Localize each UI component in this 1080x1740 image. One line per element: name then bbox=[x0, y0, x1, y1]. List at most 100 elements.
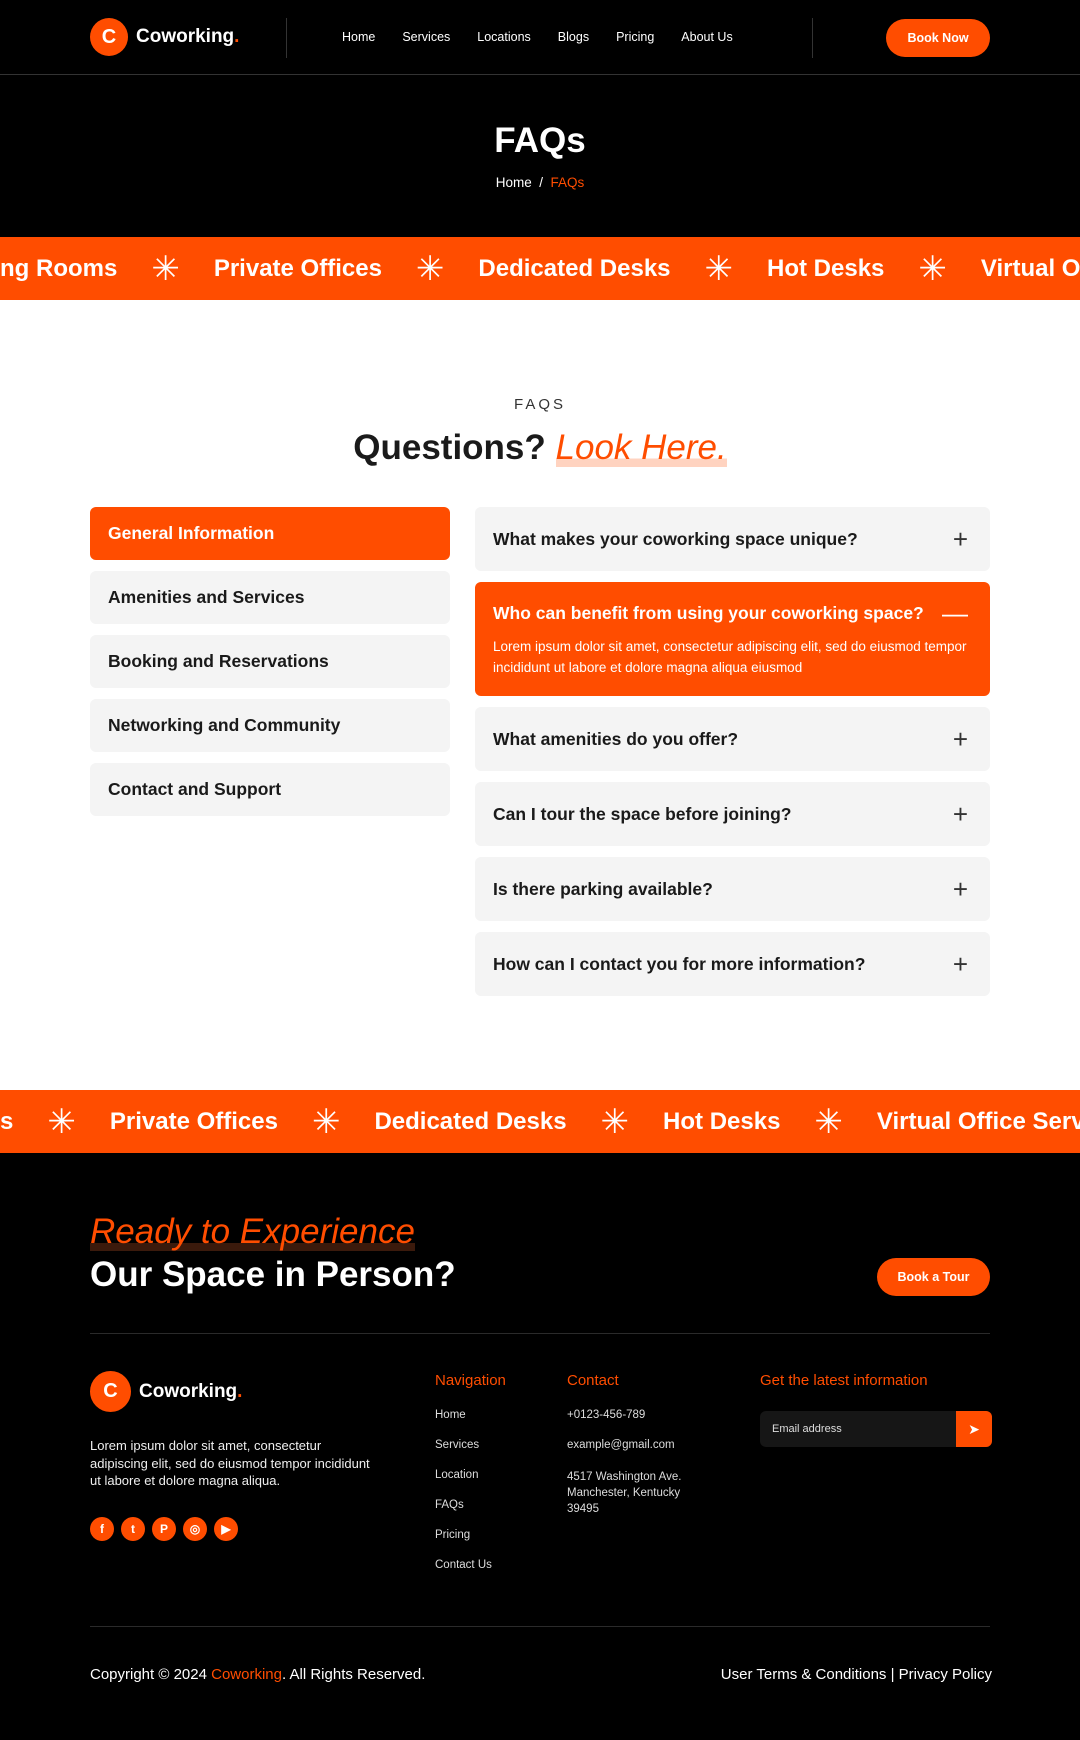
site-header: C Coworking. Home Services Locations Blo… bbox=[0, 0, 1080, 75]
legal-links[interactable]: User Terms & Conditions | Privacy Policy bbox=[721, 1666, 992, 1683]
instagram-icon[interactable]: ◎ bbox=[183, 1517, 207, 1541]
footer-link-home[interactable]: Home bbox=[435, 1409, 506, 1421]
plus-icon[interactable]: + bbox=[953, 874, 968, 905]
plus-icon[interactable]: + bbox=[953, 524, 968, 555]
footer-link-location[interactable]: Location bbox=[435, 1469, 506, 1481]
marquee-item: s bbox=[0, 1107, 14, 1135]
footer-logo[interactable]: C Coworking. bbox=[90, 1371, 242, 1412]
contact-address: Manchester, Kentucky bbox=[567, 1487, 681, 1499]
faq-question: What amenities do you offer? bbox=[493, 728, 739, 749]
contact-phone: +0123-456-789 bbox=[567, 1409, 646, 1421]
faq-item[interactable]: Is there parking available? + bbox=[475, 857, 990, 921]
plus-icon[interactable]: + bbox=[953, 724, 968, 755]
logo[interactable]: C Coworking. bbox=[90, 18, 239, 56]
minus-icon[interactable]: — bbox=[942, 598, 968, 629]
asterisk-icon: ✳ bbox=[600, 1102, 630, 1141]
page-title: FAQs bbox=[494, 121, 586, 160]
footer-navigation: Navigation Home Services Location FAQs P… bbox=[435, 1372, 506, 1571]
faq-item[interactable]: What amenities do you offer? + bbox=[475, 707, 990, 771]
faq-item-open[interactable]: Who can benefit from using your coworkin… bbox=[475, 582, 990, 696]
category-networking-community[interactable]: Networking and Community bbox=[90, 699, 450, 752]
asterisk-icon: ✳ bbox=[415, 249, 445, 288]
book-tour-button[interactable]: Book a Tour bbox=[877, 1258, 990, 1296]
category-general-information[interactable]: General Information bbox=[90, 507, 450, 560]
footer-about: Lorem ipsum dolor sit amet, consectetur … bbox=[90, 1438, 370, 1488]
faq-item[interactable]: How can I contact you for more informati… bbox=[475, 932, 990, 996]
marquee-item: Virtual O bbox=[980, 254, 1080, 282]
asterisk-icon: ✳ bbox=[704, 249, 734, 288]
copyright: Copyright © 2024 Coworking. All Rights R… bbox=[90, 1666, 426, 1683]
faq-question: Who can benefit from using your coworkin… bbox=[493, 602, 924, 623]
c-logo-icon: C bbox=[90, 1371, 131, 1412]
faq-categories: General Information Amenities and Servic… bbox=[90, 507, 450, 827]
faq-question: Is there parking available? bbox=[493, 878, 713, 899]
divider bbox=[286, 18, 287, 58]
social-links: f t P ◎ ▶ bbox=[90, 1517, 238, 1541]
nav-pricing[interactable]: Pricing bbox=[616, 30, 654, 44]
c-logo-icon: C bbox=[90, 18, 128, 56]
marquee-item: Dedicated Desks bbox=[374, 1107, 567, 1135]
faq-accordion: What makes your coworking space unique? +… bbox=[475, 507, 990, 1007]
newsletter-title: Get the latest information bbox=[760, 1372, 928, 1389]
plus-icon[interactable]: + bbox=[953, 949, 968, 980]
footer-nav-title: Navigation bbox=[435, 1372, 506, 1389]
marquee-item: Virtual Office Servi bbox=[876, 1107, 1080, 1135]
divider bbox=[812, 18, 813, 58]
section-label: FAQS bbox=[513, 396, 566, 413]
nav-services[interactable]: Services bbox=[402, 30, 450, 44]
contact-email: example@gmail.com bbox=[567, 1439, 675, 1451]
book-now-button[interactable]: Book Now bbox=[886, 19, 990, 57]
pinterest-icon[interactable]: P bbox=[152, 1517, 176, 1541]
divider bbox=[90, 1333, 990, 1334]
services-marquee-bottom: s ✳ Private Offices ✳ Dedicated Desks ✳ Hot… bbox=[0, 1090, 1080, 1153]
category-contact-support[interactable]: Contact and Support bbox=[90, 763, 450, 816]
faq-question: What makes your coworking space unique? bbox=[493, 528, 858, 549]
asterisk-icon: ✳ bbox=[47, 1102, 76, 1141]
asterisk-icon: ✳ bbox=[918, 249, 947, 288]
section-title: Questions? Look Here. bbox=[353, 428, 727, 467]
footer-contact-title: Contact bbox=[567, 1372, 619, 1389]
asterisk-icon: ✳ bbox=[311, 1102, 341, 1141]
marquee-item: Private Offices bbox=[213, 254, 382, 282]
nav-home[interactable]: Home bbox=[342, 30, 375, 44]
footer-link-pricing[interactable]: Pricing bbox=[435, 1529, 506, 1541]
breadcrumb-current: FAQs bbox=[550, 175, 585, 190]
faq-question: How can I contact you for more informati… bbox=[493, 953, 866, 974]
breadcrumb: Home / FAQs bbox=[0, 175, 1080, 190]
contact-address: 4517 Washington Ave. bbox=[567, 1471, 682, 1483]
youtube-icon[interactable]: ▶ bbox=[214, 1517, 238, 1541]
cta-heading: Ready to Experience Our Space in Person? bbox=[90, 1212, 456, 1294]
email-input[interactable] bbox=[760, 1411, 950, 1447]
asterisk-icon: ✳ bbox=[151, 249, 180, 288]
brand-name: Coworking. bbox=[136, 26, 240, 47]
marquee-item: Private Offices bbox=[109, 1107, 278, 1135]
asterisk-icon: ✳ bbox=[814, 1102, 843, 1141]
send-icon[interactable]: ➤ bbox=[956, 1411, 992, 1447]
category-booking-reservations[interactable]: Booking and Reservations bbox=[90, 635, 450, 688]
faq-item[interactable]: What makes your coworking space unique? + bbox=[475, 507, 990, 571]
breadcrumb-home[interactable]: Home bbox=[496, 175, 532, 190]
twitter-icon[interactable]: t bbox=[121, 1517, 145, 1541]
page-hero: FAQs Home / FAQs bbox=[0, 75, 1080, 237]
plus-icon[interactable]: + bbox=[953, 799, 968, 830]
main-nav: Home Services Locations Blogs Pricing Ab… bbox=[342, 30, 733, 44]
nav-blogs[interactable]: Blogs bbox=[558, 30, 589, 44]
marquee-item: Hot Desks bbox=[767, 254, 885, 282]
marquee-item: Hot Desks bbox=[663, 1107, 781, 1135]
services-marquee-top: ng Rooms ✳ Private Offices ✳ Dedicated Des… bbox=[0, 237, 1080, 300]
marquee-item: ng Rooms bbox=[0, 254, 118, 282]
newsletter-form: ➤ bbox=[760, 1411, 992, 1447]
footer-contact: Contact +0123-456-789 example@gmail.com … bbox=[567, 1372, 681, 1517]
faq-answer: Lorem ipsum dolor sit amet, consectetur … bbox=[493, 639, 967, 675]
faq-item[interactable]: Can I tour the space before joining? + bbox=[475, 782, 990, 846]
nav-locations[interactable]: Locations bbox=[477, 30, 531, 44]
marquee-item: Dedicated Desks bbox=[478, 254, 671, 282]
category-amenities-services[interactable]: Amenities and Services bbox=[90, 571, 450, 624]
footer-link-faqs[interactable]: FAQs bbox=[435, 1499, 506, 1511]
facebook-icon[interactable]: f bbox=[90, 1517, 114, 1541]
footer-newsletter: Get the latest information bbox=[760, 1372, 928, 1409]
divider bbox=[90, 1626, 990, 1627]
nav-about[interactable]: About Us bbox=[681, 30, 732, 44]
footer-link-services[interactable]: Services bbox=[435, 1439, 506, 1451]
footer-link-contact[interactable]: Contact Us bbox=[435, 1559, 506, 1571]
